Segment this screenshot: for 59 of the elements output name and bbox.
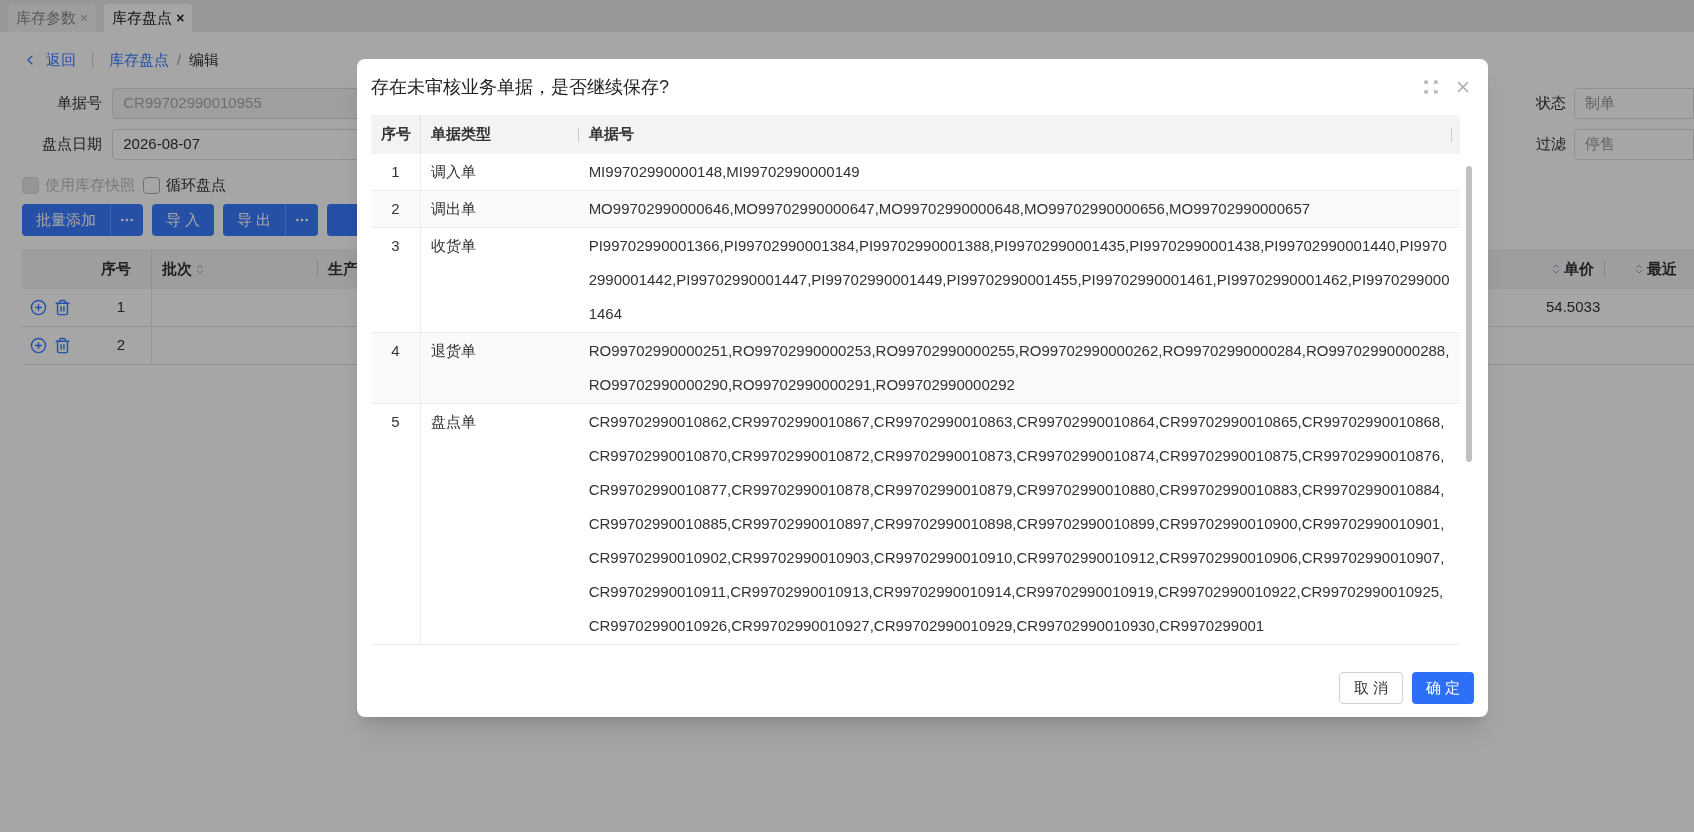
- breadcrumb-separator: /: [177, 49, 182, 70]
- scrollbar[interactable]: [1466, 166, 1472, 462]
- table-cell: 调入单: [430, 163, 476, 180]
- table-cell-text: 2: [390, 199, 401, 219]
- column-header[interactable]: 生产: [328, 257, 358, 281]
- table-cell-text: CR99702990010862,CR99702990010867,CR99702990010863,CR99702990010864,CR99702990010865,CR99702990010868,CR99702990010870,CR99702990010872,CR99702990010873,CR99702990010874,CR99702990010875,CR99702990010876,CR99702990010877,CR99702990010878,CR99702990010879,CR99702990010880,CR99702990010883,CR99702990010884,CR99702990010885,CR99702990010897,CR99702990010898,CR99702990010899,CR99702990010900,CR99702990010901,CR99702990010902,CR99702990010903,CR99702990010910,CR99702990010912,CR99702990010906,CR99702990010907,CR99702990010911,CR99702990010913,CR99702990010914,CR99702990010919,CR99702990010922,CR99702990010925,CR99702990010926,CR99702990010927,CR99702990010929,CR99702990010930,CR9970299001: [587, 412, 1446, 636]
- delete-icon[interactable]: [54, 299, 71, 316]
- table-cell-text: 5: [390, 412, 401, 432]
- tab[interactable]: 库存盘点 ×: [104, 4, 193, 32]
- field-label: 盘点日期: [41, 134, 104, 155]
- table-cell-text: PI99702990001366,PI99702990001384,PI99702990001388,PI99702990001435,PI99702990001438,PI99702990001440,PI99702990001442,PI99702990001447,PI99702990001449,PI99702990001455,PI99702990001461,PI99702990001462,PI99702990001464: [587, 236, 1451, 324]
- breadcrumb-current: 编辑: [189, 49, 220, 70]
- table-cell-text: 4: [390, 341, 401, 361]
- field-label: 状态: [1535, 93, 1567, 114]
- sort-icon[interactable]: [194, 263, 206, 275]
- table-cell-text: RO99702990000251,RO99702990000253,RO99702990000255,RO99702990000262,RO99702990000284,RO99702990000288,RO99702990000290,RO99702990000291,RO99702990000292: [587, 341, 1451, 395]
- more-button[interactable]: [285, 204, 319, 236]
- delete-icon[interactable]: [54, 337, 71, 354]
- dialog-title: 存在未审核业务单据，是否继续保存?: [371, 75, 669, 99]
- column-header: 序号: [101, 258, 131, 279]
- table-cell-text: 2: [116, 335, 126, 356]
- field-label: 单据号: [56, 93, 104, 114]
- table-cell-text: 3: [390, 236, 401, 256]
- confirm-button[interactable]: 确 定: [1411, 672, 1474, 704]
- more-button[interactable]: [110, 204, 143, 236]
- add-icon[interactable]: [30, 299, 47, 316]
- table-cell-text: 1: [390, 162, 401, 182]
- column-header: 单据类型: [431, 124, 491, 145]
- column-header[interactable]: 批次: [162, 257, 192, 281]
- select-field[interactable]: 制单: [1574, 88, 1694, 119]
- table-cell-text: MO99702990000646,MO99702990000647,MO99702990000648,MO99702990000656,MO99702990000657: [587, 199, 1312, 219]
- field-label: 过滤: [1535, 134, 1567, 155]
- column-header[interactable]: 单价: [1564, 257, 1594, 281]
- toolbar-button[interactable]: 批量添加: [22, 204, 110, 236]
- table-cell: 调出单: [430, 200, 476, 217]
- checkbox-label: 循环盘点: [166, 174, 226, 195]
- table-cell: 54.5033: [1546, 298, 1601, 316]
- toolbar-button[interactable]: 导 入: [152, 204, 215, 236]
- add-icon[interactable]: [30, 337, 47, 354]
- toolbar-button[interactable]: 导 出: [223, 204, 286, 236]
- maximize-icon[interactable]: [1424, 80, 1438, 94]
- select-field[interactable]: 停售: [1574, 129, 1694, 160]
- tab[interactable]: 库存参数 ×: [8, 4, 97, 32]
- cancel-button[interactable]: 取 消: [1338, 672, 1403, 704]
- sort-icon[interactable]: [1550, 263, 1562, 275]
- table-cell: 收货单: [430, 237, 476, 254]
- checkbox[interactable]: [143, 176, 160, 194]
- column-header[interactable]: 最近: [1647, 257, 1677, 281]
- column-header: 序号: [379, 124, 412, 145]
- close-icon[interactable]: ×: [176, 7, 185, 29]
- column-header: 单据号: [589, 124, 634, 145]
- table-cell-text: MI99702990000148,MI99702990000149: [587, 162, 861, 182]
- table-cell: 退货单: [430, 342, 476, 359]
- breadcrumb-link[interactable]: 库存盘点: [109, 48, 169, 72]
- table-cell-text: 1: [116, 297, 126, 318]
- sort-icon[interactable]: [1633, 263, 1645, 275]
- close-icon[interactable]: ×: [80, 7, 89, 29]
- back-link[interactable]: 返回: [22, 48, 76, 72]
- table-cell: 盘点单: [430, 413, 476, 430]
